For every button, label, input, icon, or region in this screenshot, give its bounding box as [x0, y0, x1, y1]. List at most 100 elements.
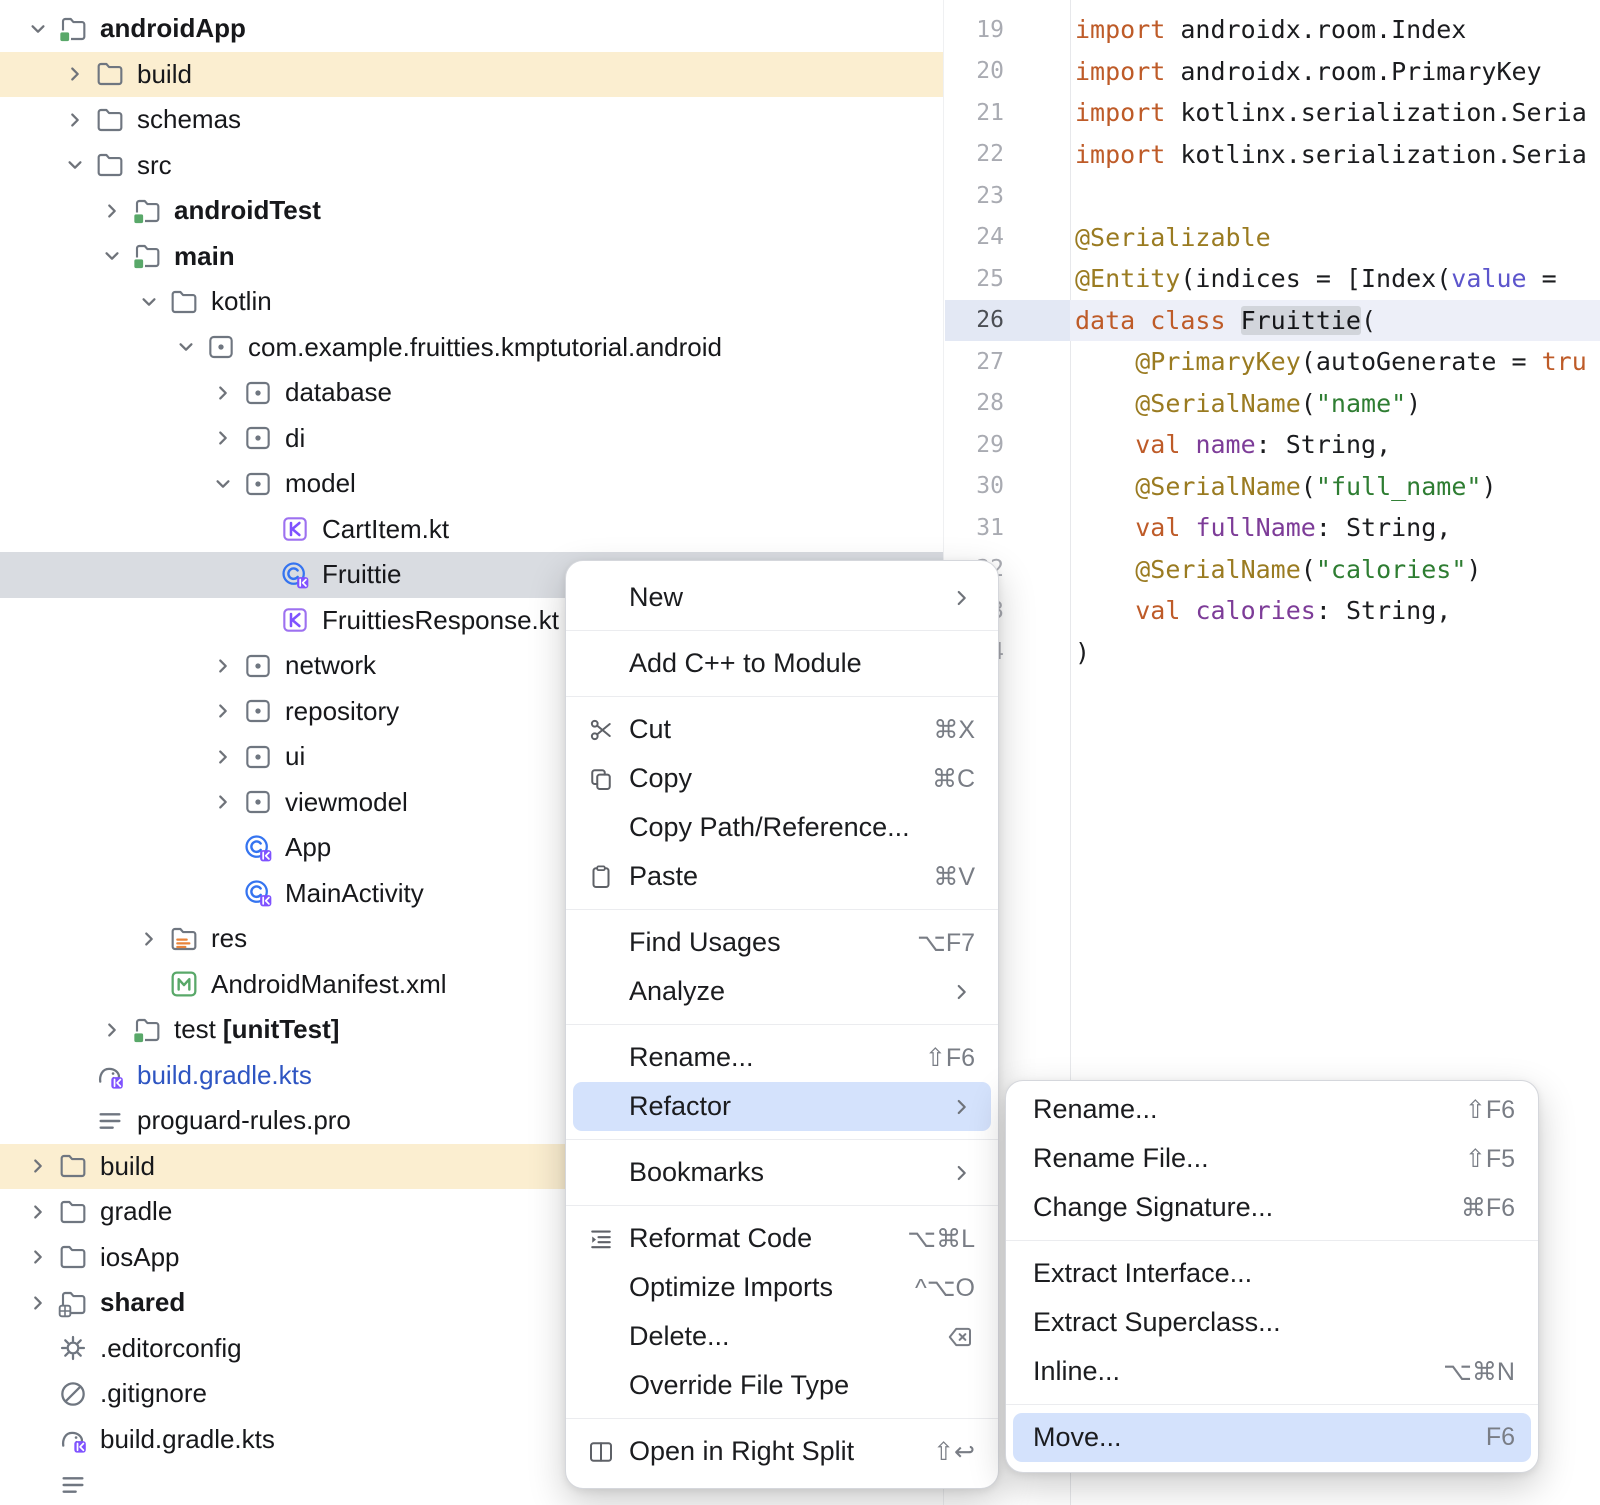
line-number[interactable]: 21	[945, 92, 1070, 134]
menu-item-delete[interactable]: Delete...	[573, 1312, 991, 1361]
code-line[interactable]	[1070, 175, 1600, 217]
chevron-right-icon[interactable]	[205, 653, 241, 679]
tree-item-main[interactable]: main	[0, 234, 943, 280]
chevron-right-icon[interactable]	[94, 198, 130, 224]
package-icon	[241, 421, 275, 455]
line-number[interactable]: 27	[945, 341, 1070, 383]
tree-item-database[interactable]: database	[0, 370, 943, 416]
code-line[interactable]: @Entity(indices = [Index(value =	[1070, 258, 1600, 300]
code-token: "full_name"	[1316, 472, 1482, 501]
chevron-right-icon[interactable]	[205, 380, 241, 406]
line-number[interactable]: 22	[945, 134, 1070, 176]
chevron-right-icon[interactable]	[131, 926, 167, 952]
code-line[interactable]: @PrimaryKey(autoGenerate = tru	[1070, 341, 1600, 383]
chevron-right-icon[interactable]	[205, 744, 241, 770]
code-line[interactable]: @SerialName("calories")	[1070, 549, 1600, 591]
chevron-right-icon[interactable]	[20, 1290, 56, 1316]
menu-item-refactor[interactable]: Refactor	[573, 1082, 991, 1131]
chevron-down-icon[interactable]	[20, 16, 56, 42]
menu-item-move[interactable]: Move...F6	[1013, 1413, 1531, 1462]
menu-item-copy-path-reference[interactable]: Copy Path/Reference...	[573, 803, 991, 852]
tree-item-androidtest[interactable]: androidTest	[0, 188, 943, 234]
chevron-right-icon[interactable]	[205, 698, 241, 724]
chevron-down-icon[interactable]	[94, 243, 130, 269]
line-number[interactable]: 19	[945, 9, 1070, 51]
line-number[interactable]: 28	[945, 383, 1070, 425]
chevron-right-icon[interactable]	[20, 1153, 56, 1179]
chevron-right-icon[interactable]	[57, 107, 93, 133]
line-number[interactable]: 29	[945, 424, 1070, 466]
code-line[interactable]: @SerialName("full_name")	[1070, 466, 1600, 508]
code-line[interactable]: import kotlinx.serialization.Seria	[1070, 92, 1600, 134]
code-line[interactable]: @Serializable	[1070, 217, 1600, 259]
tree-item-kotlin[interactable]: kotlin	[0, 279, 943, 325]
chevron-right-icon[interactable]	[205, 789, 241, 815]
menu-item-analyze[interactable]: Analyze	[573, 967, 991, 1016]
tree-item-di[interactable]: di	[0, 416, 943, 462]
tree-item-schemas[interactable]: schemas	[0, 97, 943, 143]
code-token	[1075, 430, 1135, 459]
editor-lines: 19import androidx.room.Index20import and…	[945, 9, 1600, 673]
reformat-icon	[573, 1224, 629, 1254]
chevron-right-icon[interactable]	[94, 1017, 130, 1043]
menu-item-rename-file[interactable]: Rename File...⇧F5	[1013, 1134, 1531, 1183]
menu-item-copy[interactable]: Copy⌘C	[573, 754, 991, 803]
menu-item-label: Optimize Imports	[629, 1272, 891, 1303]
tree-item-label: iosApp	[100, 1242, 180, 1273]
code-line[interactable]: val calories: String,	[1070, 590, 1600, 632]
tree-item-label: build.gradle.kts	[100, 1424, 275, 1455]
chevron-down-icon[interactable]	[205, 471, 241, 497]
tree-item-com-example-fruitties-kmptutorial-android[interactable]: com.example.fruitties.kmptutorial.androi…	[0, 325, 943, 371]
copy-icon	[573, 764, 629, 794]
code-token: calories	[1195, 596, 1315, 625]
menu-item-reformat-code[interactable]: Reformat Code⌥⌘L	[573, 1214, 991, 1263]
menu-item-rename[interactable]: Rename...⇧F6	[573, 1033, 991, 1082]
code-token	[1226, 306, 1241, 335]
menu-item-extract-interface[interactable]: Extract Interface...	[1013, 1249, 1531, 1298]
menu-shortcut: ⌘F6	[1461, 1193, 1515, 1223]
chevron-right-icon[interactable]	[20, 1244, 56, 1270]
menu-item-find-usages[interactable]: Find Usages⌥F7	[573, 918, 991, 967]
menu-item-cut[interactable]: Cut⌘X	[573, 705, 991, 754]
tree-item-model[interactable]: model	[0, 461, 943, 507]
tree-item-build[interactable]: build	[0, 52, 943, 98]
chevron-right-icon[interactable]	[57, 61, 93, 87]
code-line[interactable]: import kotlinx.serialization.Seria	[1070, 134, 1600, 176]
menu-item-inline[interactable]: Inline...⌥⌘N	[1013, 1347, 1531, 1396]
menu-item-override-file-type[interactable]: Override File Type	[573, 1361, 991, 1410]
code-line[interactable]: data class Fruittie(	[1070, 300, 1600, 342]
chevron-right-icon[interactable]	[20, 1199, 56, 1225]
code-line[interactable]: @SerialName("name")	[1070, 383, 1600, 425]
chevron-down-icon[interactable]	[131, 289, 167, 315]
line-number[interactable]: 26	[945, 300, 1070, 342]
line-number[interactable]: 31	[945, 507, 1070, 549]
menu-item-new[interactable]: New	[573, 573, 991, 622]
code-token	[1075, 513, 1135, 542]
menu-item-add-c-to-module[interactable]: Add C++ to Module	[573, 639, 991, 688]
tree-item-cartitem-kt[interactable]: CartItem.kt	[0, 507, 943, 553]
chevron-down-icon[interactable]	[168, 334, 204, 360]
menu-separator	[566, 696, 998, 697]
chevron-right-icon[interactable]	[205, 425, 241, 451]
menu-item-rename[interactable]: Rename...⇧F6	[1013, 1085, 1531, 1134]
tree-item-label: main	[174, 241, 235, 272]
code-line[interactable]: import androidx.room.Index	[1070, 9, 1600, 51]
menu-item-paste[interactable]: Paste⌘V	[573, 852, 991, 901]
line-number[interactable]: 25	[945, 258, 1070, 300]
menu-item-optimize-imports[interactable]: Optimize Imports^⌥O	[573, 1263, 991, 1312]
chevron-down-icon[interactable]	[57, 152, 93, 178]
menu-item-extract-superclass[interactable]: Extract Superclass...	[1013, 1298, 1531, 1347]
code-line[interactable]: import androidx.room.PrimaryKey	[1070, 51, 1600, 93]
code-line[interactable]: val fullName: String,	[1070, 507, 1600, 549]
line-number[interactable]: 30	[945, 466, 1070, 508]
line-number[interactable]: 24	[945, 217, 1070, 259]
code-line[interactable]: val name: String,	[1070, 424, 1600, 466]
line-number[interactable]: 23	[945, 175, 1070, 217]
tree-item-src[interactable]: src	[0, 143, 943, 189]
code-line[interactable]: )	[1070, 632, 1600, 674]
menu-item-bookmarks[interactable]: Bookmarks	[573, 1148, 991, 1197]
menu-item-open-in-right-split[interactable]: Open in Right Split⇧↩	[573, 1427, 991, 1476]
tree-item-androidapp[interactable]: androidApp	[0, 6, 943, 52]
menu-item-change-signature[interactable]: Change Signature...⌘F6	[1013, 1183, 1531, 1232]
line-number[interactable]: 20	[945, 51, 1070, 93]
